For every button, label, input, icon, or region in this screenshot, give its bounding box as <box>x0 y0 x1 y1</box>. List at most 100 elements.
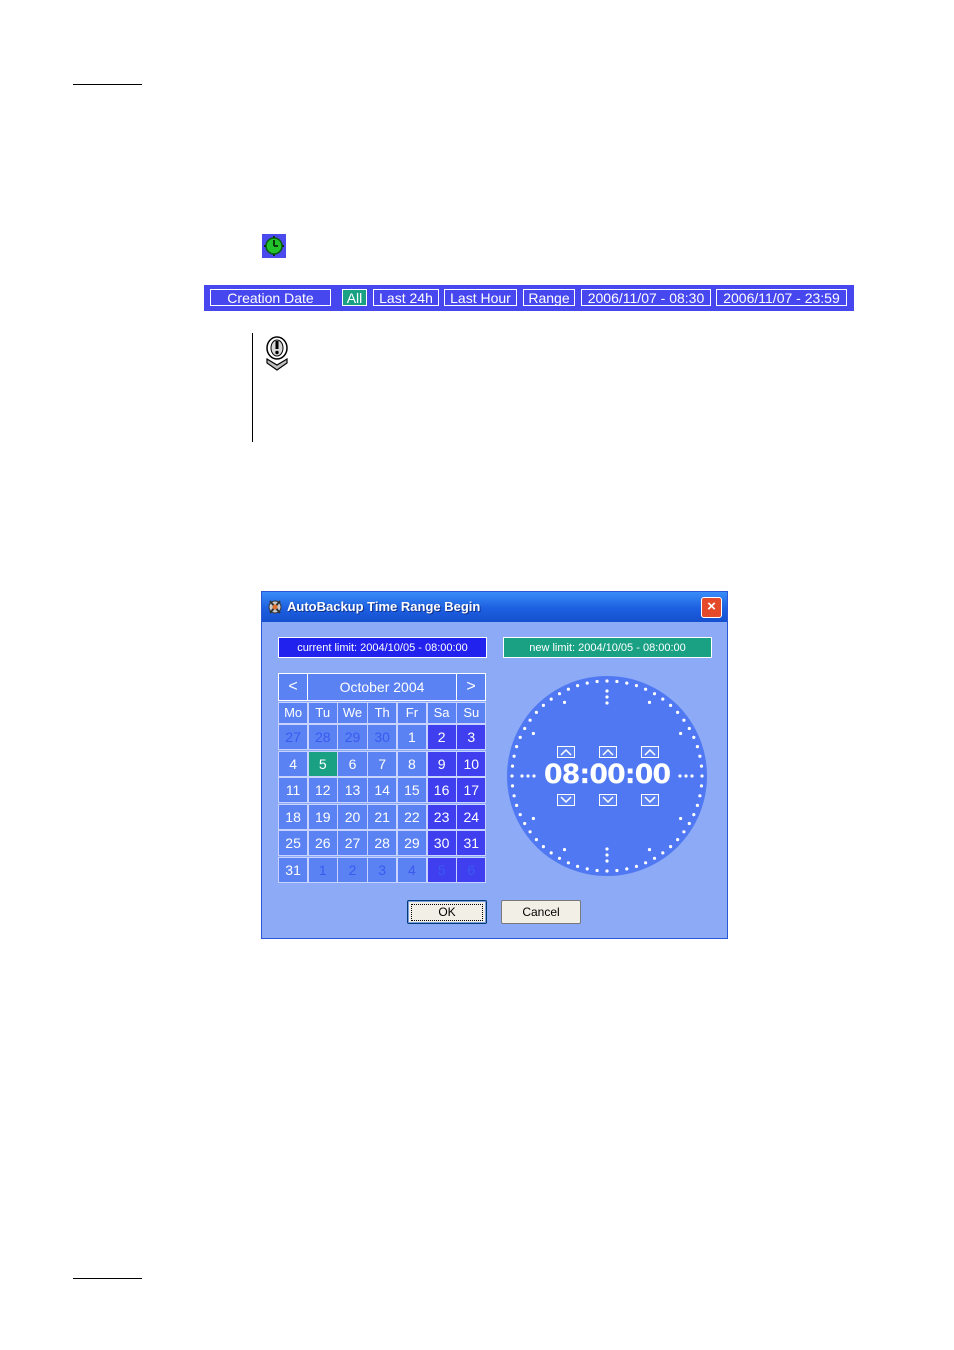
calendar-day[interactable]: 20 <box>337 803 368 830</box>
clock-tick <box>566 687 570 691</box>
calendar-day[interactable]: 5 <box>307 750 338 777</box>
clock-hour-mark <box>605 859 609 863</box>
hours-up-button[interactable] <box>557 746 575 758</box>
calendar-day[interactable]: 8 <box>396 750 427 777</box>
dialog-titlebar[interactable]: AutoBackup Time Range Begin × <box>262 592 727 622</box>
minutes-up-button[interactable] <box>599 746 617 758</box>
calendar-day[interactable]: 2 <box>426 724 457 750</box>
calendar-day[interactable]: 17 <box>456 777 487 803</box>
minutes-value[interactable]: 00 <box>589 759 626 790</box>
calendar-day[interactable]: 16 <box>426 777 457 803</box>
hours-value[interactable]: 08 <box>544 759 581 790</box>
calendar-day[interactable]: 9 <box>426 750 457 777</box>
calendar-day[interactable]: 29 <box>396 830 427 856</box>
clock-tick <box>512 754 516 758</box>
clock-tick <box>549 697 553 701</box>
calendar-day[interactable]: 15 <box>396 777 427 803</box>
range-end-field[interactable]: 2006/11/07 - 23:59 <box>716 289 847 306</box>
clock-tick <box>644 861 648 865</box>
calendar-day[interactable]: 11 <box>278 777 309 803</box>
ok-button[interactable]: OK <box>407 900 487 924</box>
calendar-day[interactable]: 28 <box>367 830 398 856</box>
calendar-day[interactable]: 31 <box>278 856 309 883</box>
cancel-button[interactable]: Cancel <box>501 900 581 924</box>
clock-quarter-mark <box>605 847 609 851</box>
calendar-day[interactable]: 30 <box>426 830 457 856</box>
clock-tick <box>595 868 599 873</box>
clock-tick <box>523 726 527 731</box>
calendar-day[interactable]: 23 <box>426 803 457 830</box>
calendar-day[interactable]: 26 <box>307 830 338 856</box>
filter-range-button[interactable]: Range <box>523 289 575 306</box>
clock-tick <box>644 687 648 691</box>
prev-month-button[interactable]: < <box>278 673 308 701</box>
calendar-day[interactable]: 12 <box>307 777 338 803</box>
calendar-day[interactable]: 7 <box>367 750 398 777</box>
calendar-day[interactable]: 14 <box>367 777 398 803</box>
calendar-day[interactable]: 29 <box>337 724 368 750</box>
calendar-day[interactable]: 21 <box>367 803 398 830</box>
clock-tick <box>687 821 691 826</box>
time-separator: : <box>579 759 590 790</box>
hours-down-button[interactable] <box>557 794 575 806</box>
seconds-up-button[interactable] <box>641 746 659 758</box>
calendar-day[interactable]: 10 <box>456 750 487 777</box>
calendar-day[interactable]: 31 <box>456 830 487 856</box>
clock-tick <box>669 845 673 849</box>
calendar-day[interactable]: 18 <box>278 803 309 830</box>
seconds-value[interactable]: 00 <box>635 759 672 790</box>
calendar-day[interactable]: 13 <box>337 777 368 803</box>
clock-tick <box>692 735 696 739</box>
calendar-day[interactable]: 24 <box>456 803 487 830</box>
clock-tick <box>605 869 609 873</box>
seconds-down-button[interactable] <box>641 794 659 806</box>
close-button[interactable]: × <box>701 597 722 618</box>
filter-all-button[interactable]: All <box>342 289 367 306</box>
clock-tick <box>669 703 673 707</box>
calendar-day[interactable]: 1 <box>396 724 427 750</box>
calendar-day[interactable]: 25 <box>278 830 309 856</box>
clock-hour-mark <box>531 731 535 736</box>
weekday-header: Fr <box>396 702 427 724</box>
weekday-header: We <box>337 702 368 724</box>
calendar-day[interactable]: 22 <box>396 803 427 830</box>
filter-last-hour-button[interactable]: Last Hour <box>444 289 517 306</box>
clock-tick <box>512 794 516 798</box>
clock-quarter-mark <box>605 701 609 705</box>
clock-tick <box>518 813 522 817</box>
calendar-day[interactable]: 3 <box>367 856 398 883</box>
calendar-day[interactable]: 28 <box>307 724 338 750</box>
calendar-header: < October 2004 > <box>278 673 486 701</box>
app-icon <box>267 598 283 621</box>
clock-tick <box>557 856 562 860</box>
calendar-day[interactable]: 2 <box>337 856 368 883</box>
calendar-day[interactable]: 5 <box>426 856 457 883</box>
calendar-day[interactable]: 1 <box>307 856 338 883</box>
calendar-day[interactable]: 27 <box>337 830 368 856</box>
calendar-day[interactable]: 4 <box>396 856 427 883</box>
weekday-header: Mo <box>278 702 309 724</box>
clock-hour-mark <box>562 700 567 704</box>
clock-tick <box>695 803 699 807</box>
creation-date-field[interactable]: Creation Date <box>210 289 331 306</box>
filter-last24h-button[interactable]: Last 24h <box>373 289 439 306</box>
calendar-day[interactable]: 3 <box>456 724 487 750</box>
clock-hour-mark <box>647 700 652 704</box>
calendar-day[interactable]: 19 <box>307 803 338 830</box>
next-month-button[interactable]: > <box>456 673 486 701</box>
green-clock-icon[interactable] <box>262 234 286 258</box>
clock-tick <box>557 692 562 696</box>
calendar-day[interactable]: 27 <box>278 724 309 750</box>
calendar-day[interactable]: 30 <box>367 724 398 750</box>
clock-tick <box>534 838 538 842</box>
range-start-field[interactable]: 2006/11/07 - 08:30 <box>581 289 711 306</box>
calendar-day[interactable]: 6 <box>337 750 368 777</box>
clock-tick <box>634 864 638 868</box>
clock-tick <box>518 735 522 739</box>
minutes-down-button[interactable] <box>599 794 617 806</box>
clock-tick <box>585 867 589 871</box>
calendar-day[interactable]: 6 <box>456 856 487 883</box>
clock-tick <box>541 703 545 707</box>
calendar-day[interactable]: 4 <box>278 750 309 777</box>
clock-tick <box>695 745 699 749</box>
